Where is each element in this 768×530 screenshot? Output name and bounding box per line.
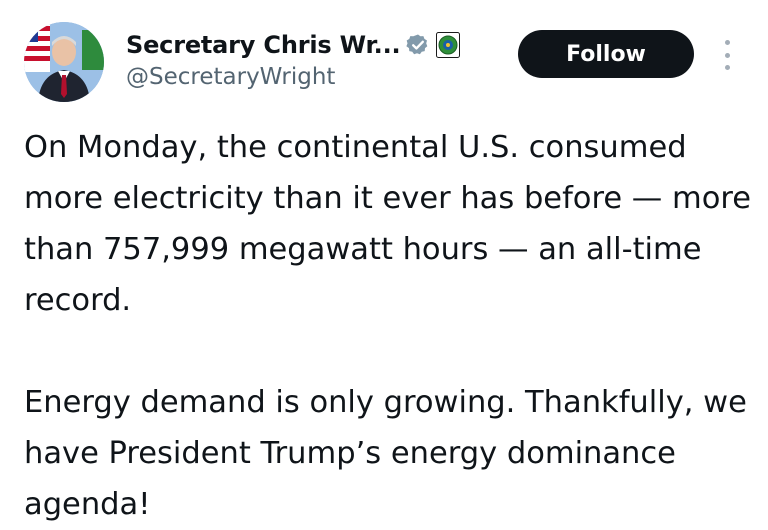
user-handle[interactable]: @SecretaryWright bbox=[126, 64, 335, 90]
follow-button[interactable]: Follow bbox=[518, 30, 694, 78]
verified-badge-icon bbox=[406, 33, 430, 57]
tweet-paragraph: Energy demand is only growing. Thankfull… bbox=[24, 385, 747, 522]
author-name-row: Secretary Chris Wr... bbox=[126, 25, 461, 65]
display-name[interactable]: Secretary Chris Wr... bbox=[126, 31, 401, 59]
more-dot bbox=[724, 65, 730, 70]
tweet-text: On Monday, the continental U.S. consumed… bbox=[24, 122, 754, 530]
more-dot bbox=[724, 40, 730, 45]
more-dot bbox=[724, 52, 730, 58]
department-seal-icon bbox=[436, 32, 461, 58]
more-vertical-icon[interactable] bbox=[719, 40, 735, 70]
tweet-paragraph: On Monday, the continental U.S. consumed… bbox=[24, 130, 751, 318]
avatar[interactable] bbox=[24, 22, 104, 102]
